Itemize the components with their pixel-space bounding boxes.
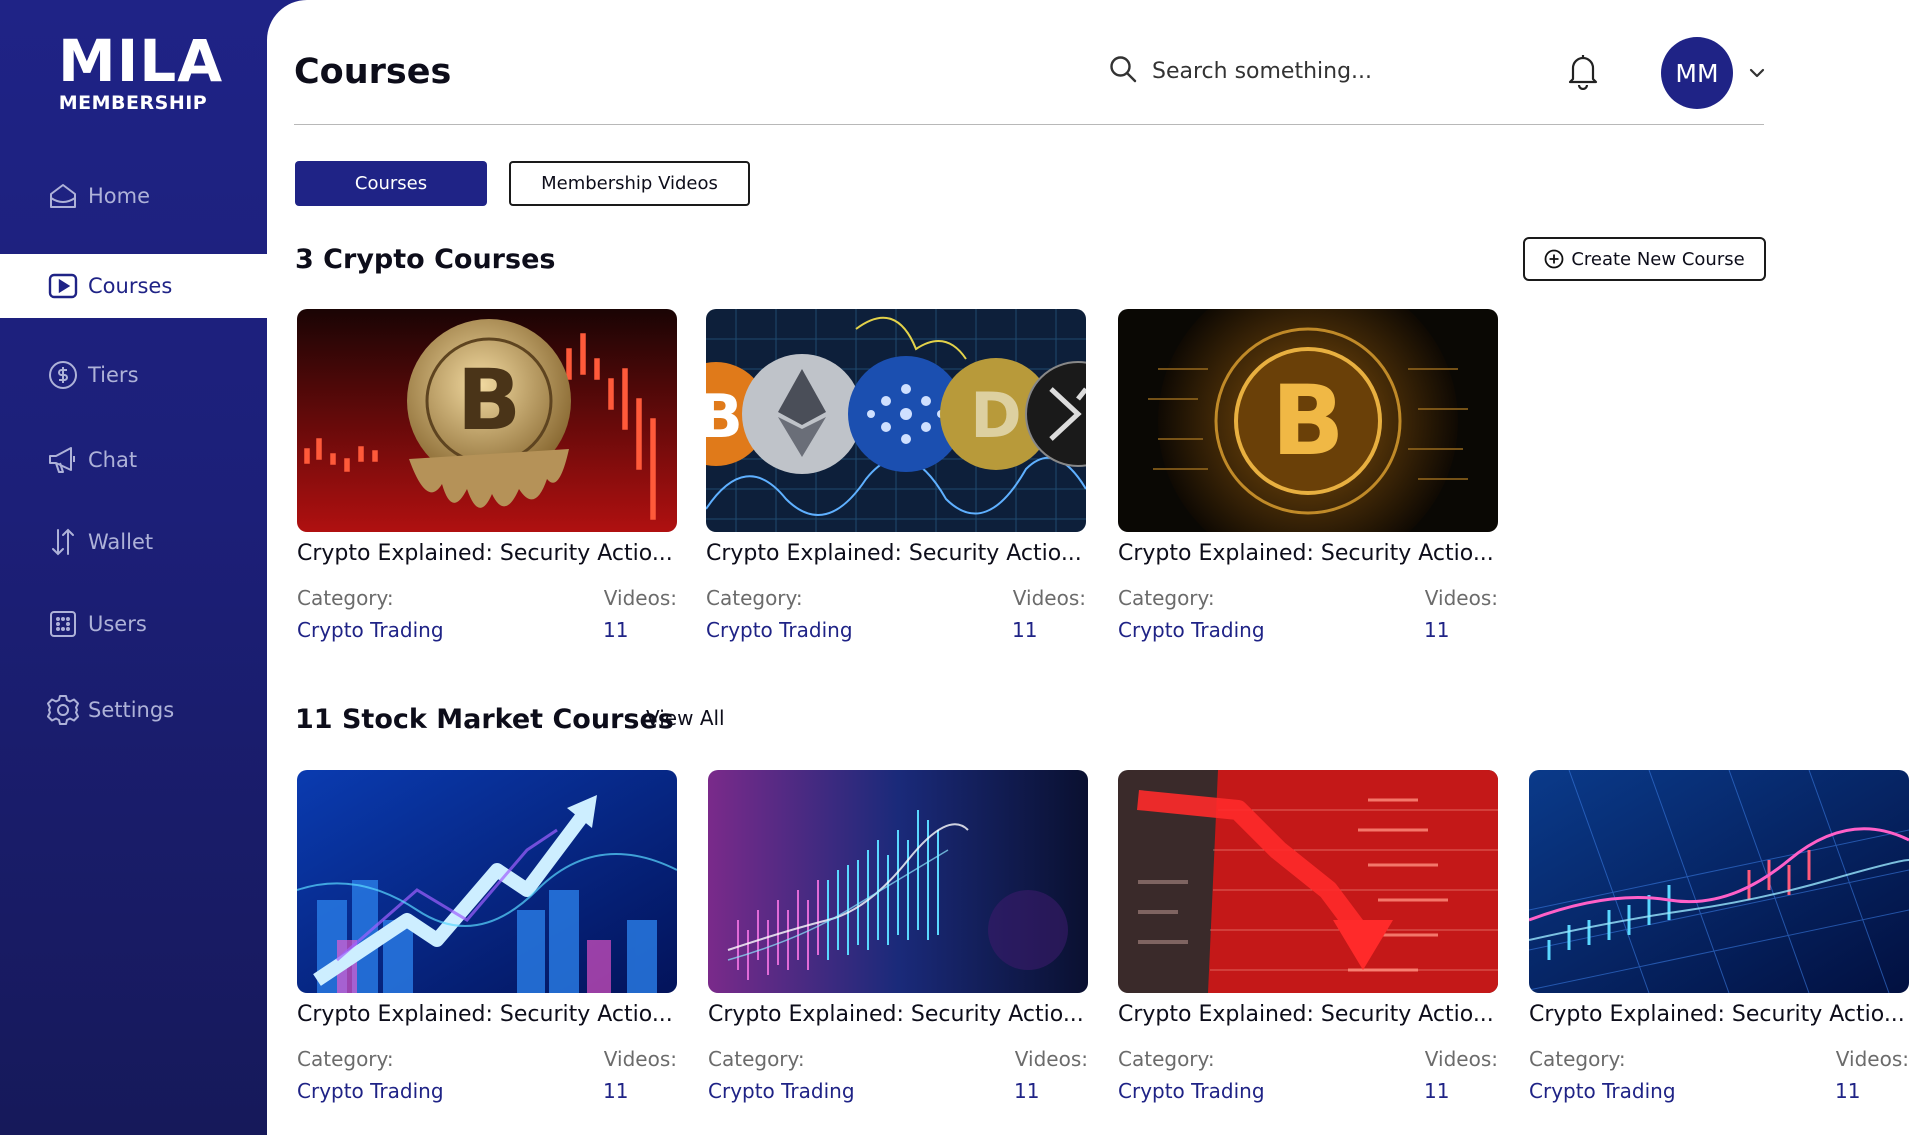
svg-text:B: B	[706, 382, 743, 452]
tab-membership-videos[interactable]: Membership Videos	[509, 161, 750, 206]
category-value: Crypto Trading	[297, 618, 444, 642]
category-value: Crypto Trading	[708, 1079, 855, 1103]
course-thumbnail[interactable]: B	[1118, 309, 1498, 532]
videos-count: 11	[603, 1079, 629, 1103]
avatar[interactable]: MM	[1661, 37, 1733, 109]
videos-count: 11	[1012, 618, 1038, 642]
course-title[interactable]: Crypto Explained: Security Actio...	[297, 1002, 677, 1027]
course-title[interactable]: Crypto Explained: Security Actio...	[1529, 1002, 1909, 1027]
course-card[interactable]: Crypto Explained: Security Actio... Cate…	[297, 770, 677, 1130]
videos-label: Videos:	[1012, 586, 1086, 610]
view-all-link[interactable]: View All	[646, 706, 725, 730]
sidebar-item-wallet[interactable]: Wallet	[0, 510, 267, 574]
category-label: Category:	[708, 1047, 805, 1071]
users-grid-icon	[46, 607, 80, 641]
sidebar-item-chat[interactable]: Chat	[0, 428, 267, 492]
course-thumbnail[interactable]	[297, 770, 677, 993]
header-divider	[294, 124, 1764, 125]
category-label: Category:	[1118, 586, 1215, 610]
course-card[interactable]: Crypto Explained: Security Actio... Cate…	[1118, 770, 1498, 1130]
category-label: Category:	[297, 586, 394, 610]
sidebar-item-label: Tiers	[88, 363, 139, 387]
search-input[interactable]	[1152, 58, 1452, 84]
transfer-arrows-icon	[46, 525, 80, 559]
sidebar-item-tiers[interactable]: Tiers	[0, 343, 267, 407]
course-title[interactable]: Crypto Explained: Security Actio...	[1118, 541, 1498, 566]
videos-count: 11	[603, 618, 629, 642]
course-card[interactable]: B Crypto Explained: Security Actio... Ca…	[297, 309, 677, 669]
sidebar-item-label: Chat	[88, 448, 138, 472]
sidebar-item-courses[interactable]: Courses	[0, 254, 267, 318]
megaphone-icon	[46, 443, 80, 477]
videos-count: 11	[1424, 618, 1450, 642]
category-value: Crypto Trading	[1118, 618, 1265, 642]
sidebar-item-label: Wallet	[88, 530, 154, 554]
course-thumbnail[interactable]	[708, 770, 1088, 993]
sidebar-item-label: Courses	[88, 274, 173, 298]
videos-label: Videos:	[1424, 586, 1498, 610]
videos-label: Videos:	[1014, 1047, 1088, 1071]
course-card[interactable]: B Crypto Explained: Security Actio... Ca…	[1118, 309, 1498, 669]
course-title[interactable]: Crypto Explained: Security Actio...	[708, 1002, 1088, 1027]
course-thumbnail[interactable]	[1529, 770, 1909, 993]
create-new-course-button[interactable]: Create New Course	[1523, 237, 1766, 281]
course-thumbnail[interactable]	[1118, 770, 1498, 993]
videos-label: Videos:	[603, 1047, 677, 1071]
bell-icon[interactable]	[1566, 52, 1600, 91]
category-value: Crypto Trading	[706, 618, 853, 642]
mila-membership-logo[interactable]: MILA MEMBERSHIP	[58, 30, 222, 116]
gear-icon	[46, 693, 80, 727]
svg-text:B: B	[457, 351, 521, 449]
dollar-icon	[46, 358, 80, 392]
category-value: Crypto Trading	[1529, 1079, 1676, 1103]
course-title[interactable]: Crypto Explained: Security Actio...	[1118, 1002, 1498, 1027]
create-new-course-label: Create New Course	[1571, 248, 1745, 270]
videos-label: Videos:	[1424, 1047, 1498, 1071]
videos-count: 11	[1424, 1079, 1450, 1103]
sidebar-item-home[interactable]: Home	[0, 164, 267, 228]
page-title: Courses	[294, 52, 452, 92]
svg-text:D: D	[970, 379, 1021, 452]
play-icon	[46, 269, 80, 303]
course-thumbnail[interactable]: B D	[706, 309, 1086, 532]
search-icon	[1108, 54, 1138, 88]
section-title-crypto: 3 Crypto Courses	[295, 244, 556, 275]
course-title[interactable]: Crypto Explained: Security Actio...	[297, 541, 677, 566]
sidebar: MILA MEMBERSHIP Home Courses Tiers Chat …	[0, 0, 267, 1135]
category-value: Crypto Trading	[1118, 1079, 1265, 1103]
sidebar-item-users[interactable]: Users	[0, 592, 267, 656]
course-thumbnail[interactable]: B	[297, 309, 677, 532]
category-label: Category:	[297, 1047, 394, 1071]
course-title[interactable]: Crypto Explained: Security Actio...	[706, 541, 1086, 566]
course-card[interactable]: Crypto Explained: Security Actio... Cate…	[1529, 770, 1909, 1130]
search-bar[interactable]	[1108, 50, 1468, 92]
videos-label: Videos:	[1835, 1047, 1909, 1071]
chevron-down-icon[interactable]	[1748, 65, 1766, 79]
sidebar-item-label: Users	[88, 612, 147, 636]
tab-courses[interactable]: Courses	[295, 161, 487, 206]
plus-circle-icon	[1544, 249, 1564, 269]
course-card[interactable]: B D Crypto Explained: Security Actio... …	[706, 309, 1086, 669]
sidebar-item-settings[interactable]: Settings	[0, 678, 267, 742]
section-title-stock: 11 Stock Market Courses	[295, 704, 674, 735]
home-icon	[46, 179, 80, 213]
category-label: Category:	[1529, 1047, 1626, 1071]
category-label: Category:	[1118, 1047, 1215, 1071]
videos-label: Videos:	[603, 586, 677, 610]
svg-text:B: B	[1271, 365, 1344, 477]
sidebar-item-label: Settings	[88, 698, 175, 722]
videos-count: 11	[1835, 1079, 1861, 1103]
sidebar-item-label: Home	[88, 184, 151, 208]
category-value: Crypto Trading	[297, 1079, 444, 1103]
course-card[interactable]: Crypto Explained: Security Actio... Cate…	[708, 770, 1088, 1130]
videos-count: 11	[1014, 1079, 1040, 1103]
category-label: Category:	[706, 586, 803, 610]
